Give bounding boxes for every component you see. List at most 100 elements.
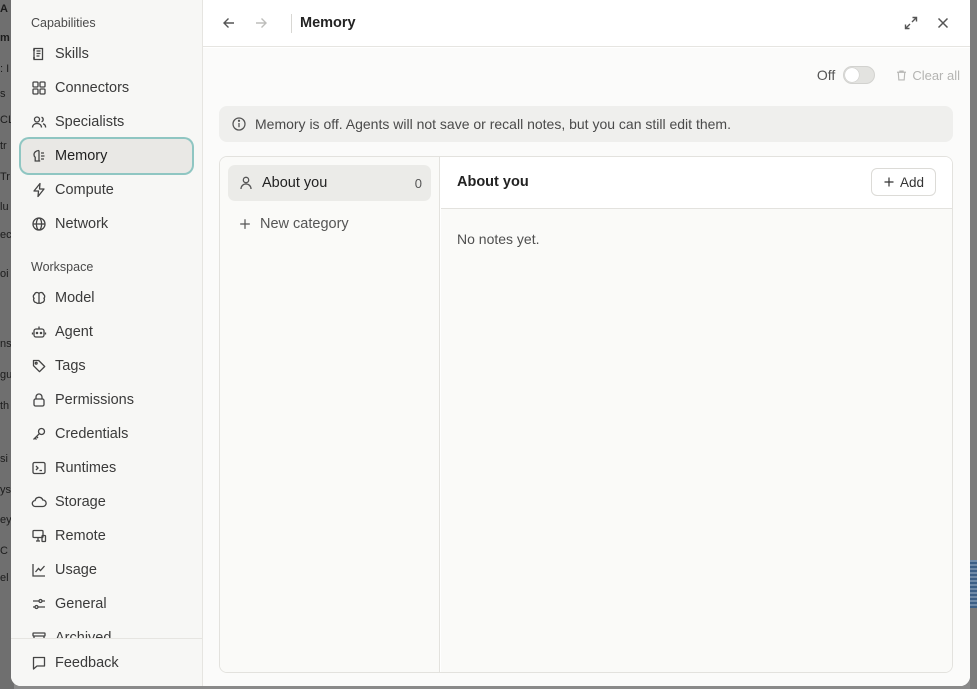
sidebar-item-usage[interactable]: Usage [21, 553, 192, 587]
trash-icon [897, 69, 907, 81]
cloud-icon [31, 494, 47, 510]
sidebar-item-label: Compute [55, 182, 114, 198]
add-label: Add [899, 174, 925, 190]
new-category-label: New category [260, 216, 349, 232]
connectors-icon [31, 80, 47, 96]
chat-bubble-icon [31, 655, 47, 671]
memory-panel: About you 0 New category About you Add N… [219, 156, 953, 673]
background-text: si [0, 453, 8, 465]
feedback-label: Feedback [55, 655, 119, 671]
background-app-right [970, 0, 977, 689]
person-icon [240, 176, 252, 190]
background-text: : I [0, 63, 10, 75]
sidebar-item-label: Credentials [55, 426, 129, 442]
expand-icon [904, 16, 918, 30]
sliders-icon [31, 596, 47, 612]
sidebar-footer: Feedback [11, 638, 202, 686]
tag-icon [31, 358, 47, 374]
sidebar-item-archived[interactable]: Archived [21, 621, 192, 638]
sidebar-scroll-area[interactable]: Capabilities Skills Connectors Specialis… [11, 0, 202, 638]
specialists-icon [31, 114, 47, 130]
remote-icon [31, 528, 47, 544]
background-text: tr [0, 140, 7, 152]
sidebar-item-label: Permissions [55, 392, 134, 408]
background-text: oi [0, 268, 9, 280]
archive-icon [31, 630, 47, 638]
info-icon [232, 117, 246, 131]
sidebar-item-network[interactable]: Network [21, 207, 192, 241]
new-category-button[interactable]: New category [228, 207, 431, 241]
robot-icon [31, 324, 47, 340]
memory-icon [31, 148, 47, 164]
background-text: ys [0, 484, 11, 496]
feedback-button[interactable]: Feedback [21, 646, 192, 680]
main-panel: Memory Off Clear all Memory is off. Agen… [203, 0, 970, 686]
arrow-left-icon [223, 18, 234, 28]
sidebar-item-label: Runtimes [55, 460, 117, 476]
notes-area: About you Add No notes yet. [441, 157, 952, 672]
background-text: ec [0, 229, 12, 241]
background-text: C [0, 545, 8, 557]
sidebar: Capabilities Skills Connectors Specialis… [11, 0, 203, 686]
sidebar-item-label: Network [55, 216, 109, 232]
background-text: A [0, 3, 8, 15]
settings-dialog: Capabilities Skills Connectors Specialis… [11, 0, 970, 686]
sidebar-item-storage[interactable]: Storage [21, 485, 192, 519]
sidebar-item-skills[interactable]: Skills [21, 37, 192, 71]
memory-controls: Off Clear all [817, 64, 960, 86]
sidebar-item-label: Tags [55, 358, 86, 374]
sidebar-item-label: Specialists [55, 114, 125, 130]
plus-icon [884, 177, 894, 187]
empty-state-text: No notes yet. [457, 231, 540, 247]
sidebar-item-general[interactable]: General [21, 587, 192, 621]
close-icon [937, 17, 949, 29]
brain-icon [31, 290, 47, 306]
sidebar-item-permissions[interactable]: Permissions [21, 383, 192, 417]
background-text: lu [0, 201, 9, 213]
forward-button[interactable] [250, 12, 272, 34]
close-button[interactable] [932, 12, 954, 34]
plus-icon [240, 219, 250, 229]
info-banner: Memory is off. Agents will not save or r… [219, 106, 953, 142]
category-item-about-you[interactable]: About you 0 [228, 165, 431, 201]
section-title-capabilities: Capabilities [31, 16, 96, 30]
sidebar-item-compute[interactable]: Compute [21, 173, 192, 207]
background-text: m [0, 32, 10, 44]
globe-icon [31, 216, 47, 232]
clear-all-button[interactable]: Clear all [895, 68, 960, 83]
skills-icon [31, 46, 47, 62]
memory-toggle[interactable] [843, 66, 876, 84]
sidebar-item-credentials[interactable]: Credentials [21, 417, 192, 451]
sidebar-item-model[interactable]: Model [21, 281, 192, 315]
arrow-right-icon [256, 18, 267, 28]
sidebar-item-label: Agent [55, 324, 93, 340]
sidebar-item-label: General [55, 596, 107, 612]
add-note-button[interactable]: Add [871, 168, 936, 196]
sidebar-item-label: Model [55, 290, 95, 306]
expand-button[interactable] [900, 12, 922, 34]
sidebar-item-runtimes[interactable]: Runtimes [21, 451, 192, 485]
category-label: About you [262, 175, 328, 191]
sidebar-item-specialists[interactable]: Specialists [21, 105, 192, 139]
background-text: s [0, 88, 6, 100]
sidebar-item-label: Remote [55, 528, 106, 544]
section-title-workspace: Workspace [31, 260, 94, 274]
key-icon [31, 426, 47, 442]
sidebar-item-memory[interactable]: Memory [21, 139, 192, 173]
banner-text: Memory is off. Agents will not save or r… [255, 116, 731, 132]
sidebar-item-label: Storage [55, 494, 106, 510]
sidebar-item-tags[interactable]: Tags [21, 349, 192, 383]
background-text: Tr [0, 171, 10, 183]
sidebar-item-agent[interactable]: Agent [21, 315, 192, 349]
chart-icon [31, 562, 47, 578]
terminal-icon [31, 460, 47, 476]
notes-header: About you Add [441, 157, 952, 209]
back-button[interactable] [218, 12, 240, 34]
sidebar-item-remote[interactable]: Remote [21, 519, 192, 553]
clear-all-label: Clear all [912, 67, 960, 83]
memory-content: Off Clear all Memory is off. Agents will… [203, 48, 970, 686]
notes-title: About you [457, 174, 529, 190]
lock-icon [31, 392, 47, 408]
sidebar-item-label: Usage [55, 562, 97, 578]
sidebar-item-connectors[interactable]: Connectors [21, 71, 192, 105]
